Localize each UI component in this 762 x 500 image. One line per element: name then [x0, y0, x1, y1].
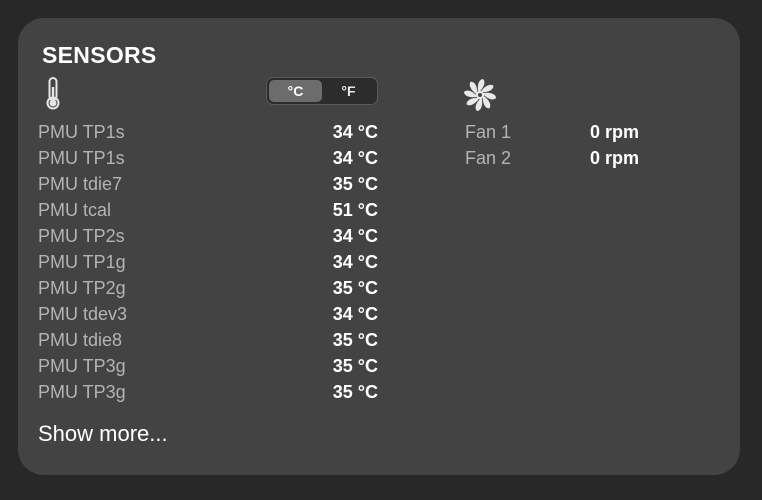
- sensor-row: PMU TP3g 35 °C: [38, 379, 380, 405]
- sensor-label: PMU tdev3: [38, 304, 128, 324]
- celsius-option[interactable]: °C: [269, 80, 322, 102]
- fan-label: Fan 2: [465, 148, 512, 168]
- temperature-unit-toggle[interactable]: °C °F: [266, 77, 378, 105]
- sensor-label: PMU TP3g: [38, 382, 126, 402]
- show-more-link[interactable]: Show more...: [38, 421, 168, 447]
- sensor-label: PMU TP2s: [38, 226, 125, 246]
- fan-row: Fan 1 0 rpm: [465, 119, 665, 145]
- sensor-label: PMU tdie7: [38, 174, 123, 194]
- fan-icon: [464, 79, 496, 111]
- sensor-value: 51 °C: [332, 200, 378, 220]
- sensor-row: PMU tdie7 35 °C: [38, 171, 380, 197]
- sensor-value: 35 °C: [332, 356, 378, 376]
- fan-value: 0 rpm: [590, 148, 640, 168]
- sensor-row: PMU TP1g 34 °C: [38, 249, 380, 275]
- sensor-row: PMU TP3g 35 °C: [38, 353, 380, 379]
- fan-list: Fan 1 0 rpm Fan 2 0 rpm: [465, 119, 665, 171]
- sensor-value: 34 °C: [332, 226, 378, 246]
- fahrenheit-option[interactable]: °F: [322, 80, 375, 102]
- panel-title: SENSORS: [42, 42, 157, 68]
- temperature-sensor-list: PMU TP1s 34 °C PMU TP1s 34 °C PMU tdie7 …: [38, 119, 380, 405]
- sensor-value: 34 °C: [332, 122, 378, 142]
- sensor-label: PMU TP1s: [38, 122, 125, 142]
- fan-value: 0 rpm: [590, 122, 640, 142]
- sensor-label: PMU TP3g: [38, 356, 126, 376]
- sensor-row: PMU tdev3 34 °C: [38, 301, 380, 327]
- sensor-value: 34 °C: [332, 252, 378, 272]
- sensor-label: PMU TP1s: [38, 148, 125, 168]
- sensor-row: PMU tdie8 35 °C: [38, 327, 380, 353]
- sensor-value: 35 °C: [332, 174, 378, 194]
- sensor-row: PMU TP2g 35 °C: [38, 275, 380, 301]
- sensor-value: 35 °C: [332, 278, 378, 298]
- sensor-row: PMU TP2s 34 °C: [38, 223, 380, 249]
- sensor-row: PMU tcal 51 °C: [38, 197, 380, 223]
- fan-label: Fan 1: [465, 122, 512, 142]
- sensor-value: 35 °C: [332, 330, 378, 350]
- sensor-label: PMU tdie8: [38, 330, 123, 350]
- thermometer-icon: [46, 77, 60, 110]
- sensor-label: PMU TP1g: [38, 252, 126, 272]
- sensor-value: 34 °C: [332, 304, 378, 324]
- sensor-label: PMU TP2g: [38, 278, 126, 298]
- sensor-value: 34 °C: [332, 148, 378, 168]
- sensor-value: 35 °C: [332, 382, 378, 402]
- sensor-label: PMU tcal: [38, 200, 112, 220]
- sensor-row: PMU TP1s 34 °C: [38, 119, 380, 145]
- sensor-row: PMU TP1s 34 °C: [38, 145, 380, 171]
- fan-row: Fan 2 0 rpm: [465, 145, 665, 171]
- sensors-panel: SENSORS °C °F PMU TP1s 34 °C PMU TP1s 34…: [18, 18, 740, 475]
